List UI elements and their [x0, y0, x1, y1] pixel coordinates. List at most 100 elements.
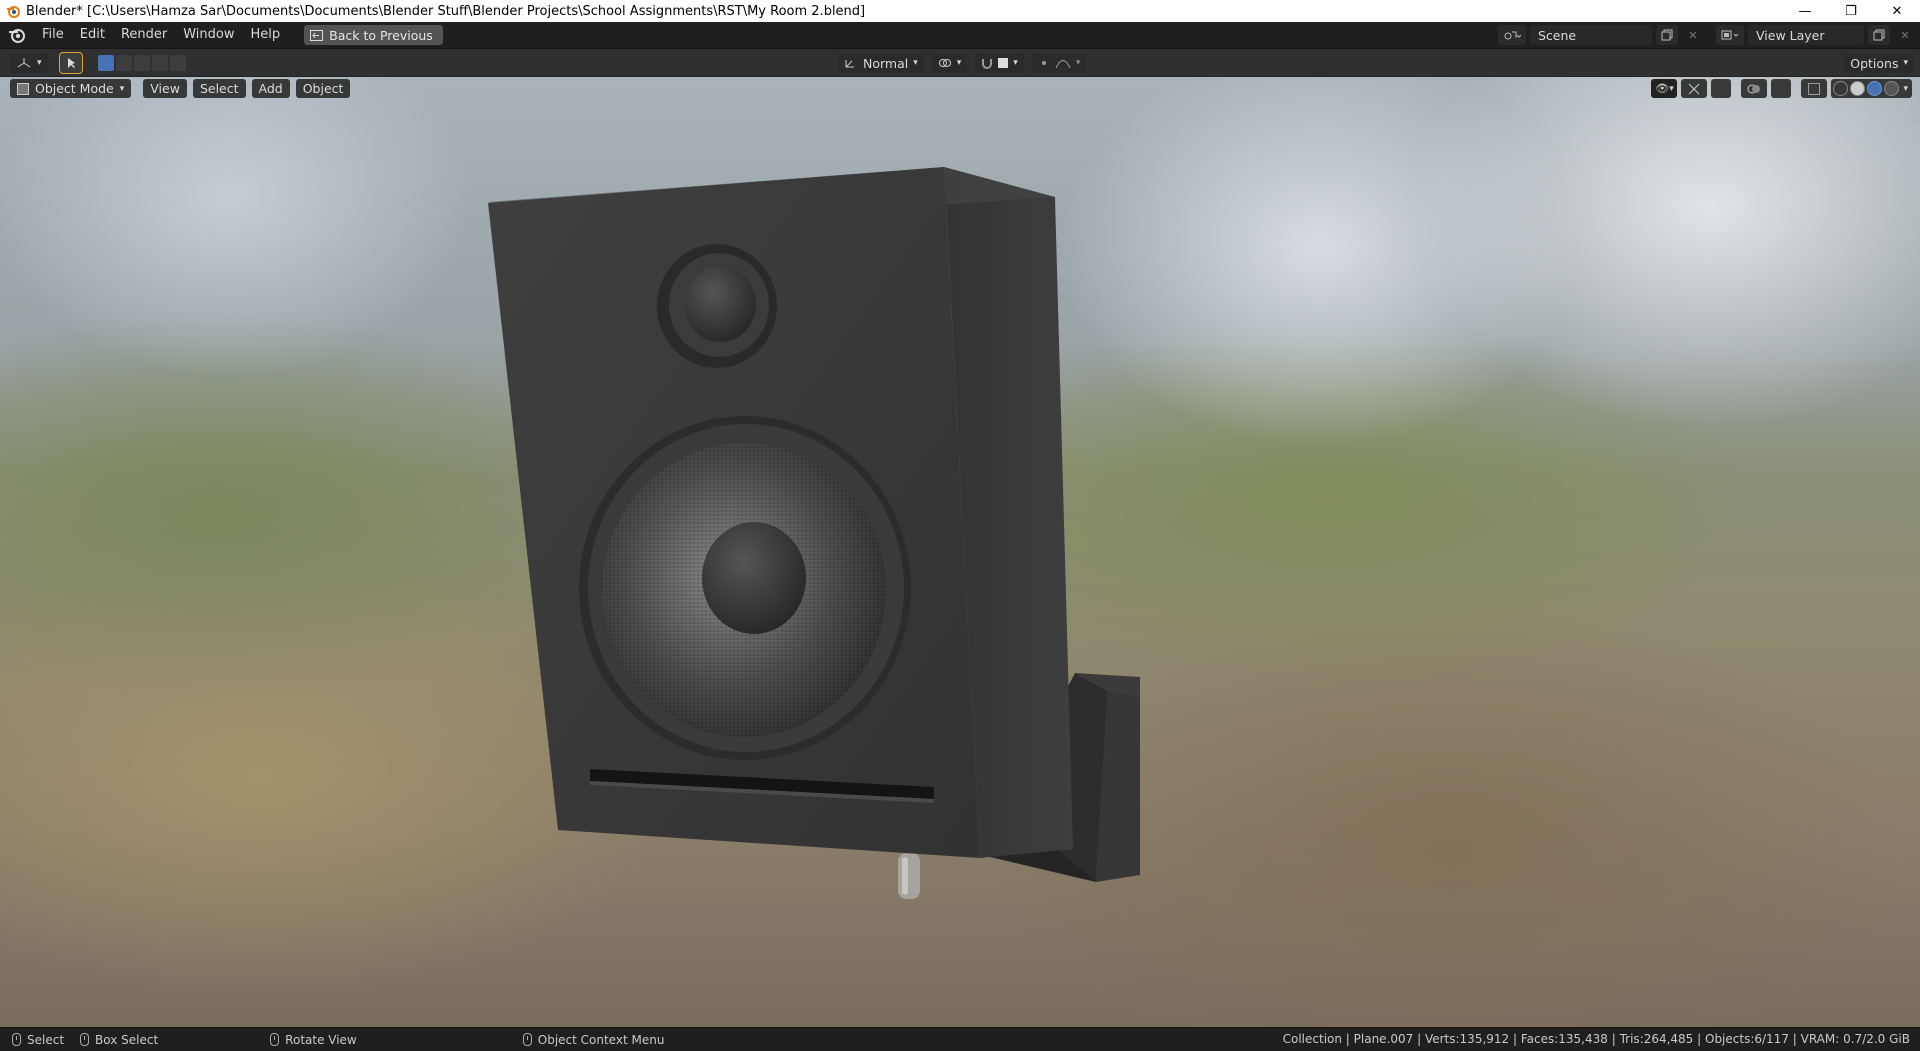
viewport-header: Object Mode ▾ View Select Add Object 👁 ▾	[0, 77, 1920, 101]
proportional-edit-icon	[1041, 61, 1046, 65]
menu-file[interactable]: File	[34, 22, 72, 48]
chevron-down-icon: ▾	[956, 58, 962, 68]
mouse-left-icon	[12, 1033, 21, 1046]
chevron-down-icon: ▾	[37, 58, 42, 68]
menu-render[interactable]: Render	[113, 22, 175, 48]
active-tool-button[interactable]	[58, 52, 83, 74]
window-titlebar: Blender* [C:\Users\Hamza Sar\Documents\D…	[0, 0, 1920, 22]
status-hint-box-select: Box Select	[80, 1033, 158, 1047]
eye-icon: 👁	[1655, 82, 1670, 95]
viewport-header-left: Object Mode ▾ View Select Add Object	[10, 79, 351, 98]
duplicate-icon	[1873, 29, 1885, 41]
sidebar-expand-arrow-icon[interactable]: ‹	[1913, 117, 1919, 127]
transform-orientation-dropdown[interactable]: Normal ▾	[838, 53, 924, 73]
menu-view[interactable]: View	[143, 79, 187, 98]
solid-shading-icon[interactable]	[1850, 81, 1866, 96]
viewport-header-right: 👁 ▾ ▾	[1651, 79, 1912, 98]
object-mode-label: Object Mode	[35, 81, 114, 96]
xray-icon	[1808, 82, 1821, 95]
blender-logo-icon[interactable]	[8, 26, 26, 44]
status-hint-context-menu: Object Context Menu	[522, 1032, 665, 1047]
view-layer-value: View Layer	[1756, 27, 1825, 43]
scene-browse-button[interactable]	[1498, 25, 1526, 45]
editor-type-dropdown[interactable]: ▾	[10, 53, 48, 73]
scene-icon	[1504, 31, 1521, 40]
new-scene-button[interactable]	[1656, 25, 1678, 45]
cursor-arrow-icon	[67, 58, 75, 68]
status-hint-select: Select	[12, 1033, 64, 1047]
tool-header: ▾ Normal ▾ ▾ ▾ ▾ Options ▾	[0, 49, 1920, 77]
select-invert-icon[interactable]	[151, 55, 168, 71]
rendered-shading-icon[interactable]	[1884, 81, 1900, 96]
restore-button[interactable]: ❐	[1828, 0, 1874, 22]
snap-increment-icon	[998, 58, 1009, 68]
object-visibility-dropdown[interactable]: 👁 ▾	[1651, 79, 1678, 98]
mouse-middle-icon	[270, 1033, 280, 1046]
pivot-icon	[938, 59, 951, 67]
options-dropdown[interactable]: Options ▾	[1844, 53, 1914, 73]
minimize-button[interactable]: —	[1782, 0, 1828, 22]
xray-toggle[interactable]	[1801, 79, 1828, 98]
proportional-editing-dropdown[interactable]: ▾	[1031, 53, 1087, 73]
overlays-toggle[interactable]	[1741, 79, 1768, 98]
menu-select[interactable]: Select	[192, 79, 246, 98]
view-layer-field[interactable]: View Layer	[1748, 25, 1864, 45]
object-mode-icon	[17, 82, 29, 95]
chevron-down-icon[interactable]: ▾	[1901, 84, 1910, 94]
gizmo-icon	[1689, 83, 1700, 94]
menu-window[interactable]: Window	[175, 22, 242, 48]
select-intersect-icon[interactable]	[169, 55, 186, 71]
selection-mode-buttons	[97, 55, 186, 71]
mount-rod	[898, 853, 920, 899]
3d-viewport[interactable]: Object Mode ▾ View Select Add Object 👁 ▾	[0, 77, 1920, 1027]
scene-name-field[interactable]: Scene	[1530, 25, 1652, 45]
new-view-layer-button[interactable]	[1868, 25, 1890, 45]
wireframe-shading-icon[interactable]	[1833, 81, 1849, 96]
overlays-dropdown[interactable]	[1771, 79, 1792, 98]
woofer-dust-cap	[702, 522, 806, 634]
snap-dropdown[interactable]: ▾	[975, 53, 1024, 73]
back-to-previous-button[interactable]: Back to Previous	[304, 25, 443, 45]
chevron-down-icon: ▾	[1903, 58, 1908, 68]
menu-edit[interactable]: Edit	[72, 22, 113, 48]
menu-object[interactable]: Object	[295, 79, 351, 98]
pivot-point-dropdown[interactable]: ▾	[931, 53, 968, 73]
toolbar-expand-arrow-icon[interactable]: ›	[1, 117, 7, 127]
menu-add[interactable]: Add	[251, 79, 290, 98]
transform-orientation-value: Normal	[863, 55, 909, 71]
chevron-down-icon: ▾	[1075, 58, 1081, 68]
object-mode-dropdown[interactable]: Object Mode ▾	[10, 79, 132, 98]
scene-controls: Scene ✕ View Layer ✕	[1498, 22, 1920, 48]
tool-header-left: ▾	[10, 52, 186, 74]
mouse-drag-icon	[80, 1033, 90, 1046]
status-hint-label: Select	[27, 1032, 65, 1047]
material-preview-shading-icon[interactable]	[1867, 81, 1883, 96]
tweeter-dome	[684, 266, 756, 342]
menu-help[interactable]: Help	[243, 22, 289, 48]
back-arrow-icon	[310, 29, 324, 41]
options-label: Options	[1850, 55, 1899, 71]
window-title: Blender* [C:\Users\Hamza Sar\Documents\D…	[26, 3, 866, 19]
mouse-right-icon	[522, 1033, 532, 1046]
status-hint-label: Box Select	[95, 1032, 159, 1047]
status-hint-label: Object Context Menu	[537, 1032, 665, 1047]
close-button[interactable]: ✕	[1874, 0, 1920, 22]
status-hint-rotate-view: Rotate View	[270, 1033, 357, 1047]
select-extend-icon[interactable]	[115, 55, 132, 71]
status-bar: Select Box Select Rotate View Object Con…	[0, 1027, 1920, 1051]
orientation-icon	[845, 60, 854, 68]
back-to-previous-label: Back to Previous	[329, 27, 433, 43]
overlays-icon	[1747, 84, 1761, 93]
speaker-model	[488, 167, 1140, 899]
chevron-down-icon: ▾	[1013, 58, 1018, 68]
chevron-down-icon: ▾	[1669, 83, 1674, 94]
gizmo-toggle[interactable]	[1681, 79, 1708, 98]
select-subtract-icon[interactable]	[133, 55, 150, 71]
gizmo-dropdown[interactable]	[1711, 79, 1732, 98]
chevron-down-icon: ▾	[119, 83, 125, 94]
delete-scene-button[interactable]: ✕	[1682, 25, 1704, 45]
view-layer-browse-button[interactable]	[1716, 25, 1744, 45]
scene-name-value: Scene	[1538, 27, 1577, 43]
select-new-icon[interactable]	[97, 55, 114, 71]
delete-view-layer-button[interactable]: ✕	[1894, 25, 1916, 45]
